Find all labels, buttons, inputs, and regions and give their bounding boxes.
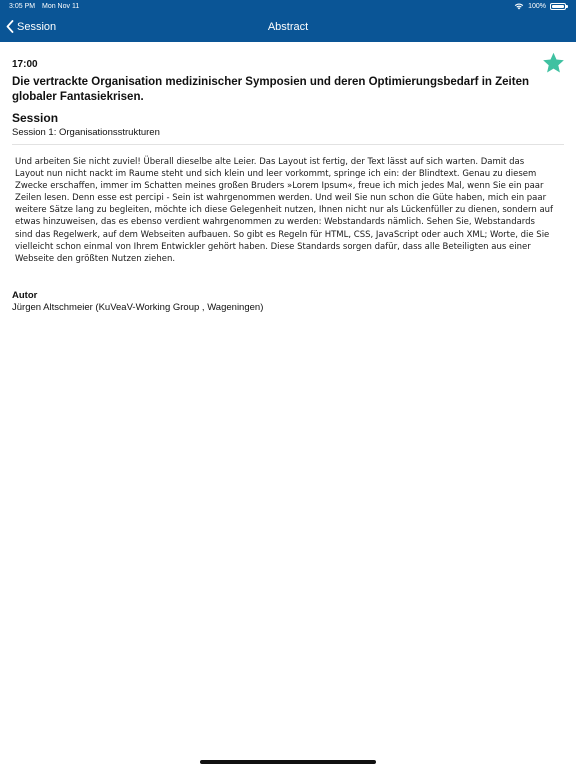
status-indicators: 100%	[514, 2, 568, 10]
navigation-bar: Session Abstract	[0, 14, 576, 42]
author-heading: Autor	[12, 290, 38, 301]
abstract-text: Und arbeiten Sie nicht zuviel! Überall d…	[15, 157, 554, 264]
status-date: Mon Nov 11	[42, 3, 80, 10]
session-name: Session 1: Organisationsstrukturen	[12, 127, 160, 138]
battery-tip	[566, 4, 568, 8]
home-indicator[interactable]	[200, 760, 376, 764]
app-header: 3:05 PM Mon Nov 11 100% Session Abstract	[0, 0, 576, 42]
status-time: 3:05 PM	[9, 3, 36, 10]
abstract-title: Die vertrackte Organisation medizinische…	[12, 76, 529, 103]
status-bar: 3:05 PM Mon Nov 11 100%	[0, 0, 576, 14]
battery-percent: 100%	[528, 2, 546, 10]
battery-fill	[552, 4, 564, 8]
session-heading: Session	[12, 111, 59, 125]
favorite-button[interactable]	[542, 52, 565, 74]
author-name: Jürgen Altschmeier (KuVeaV-Working Group…	[12, 302, 264, 313]
session-time: 17:00	[12, 59, 38, 70]
wifi-icon	[514, 2, 524, 10]
star-icon	[543, 52, 564, 73]
page-title: Abstract	[267, 21, 309, 33]
battery-icon	[550, 2, 568, 10]
divider	[12, 144, 564, 145]
